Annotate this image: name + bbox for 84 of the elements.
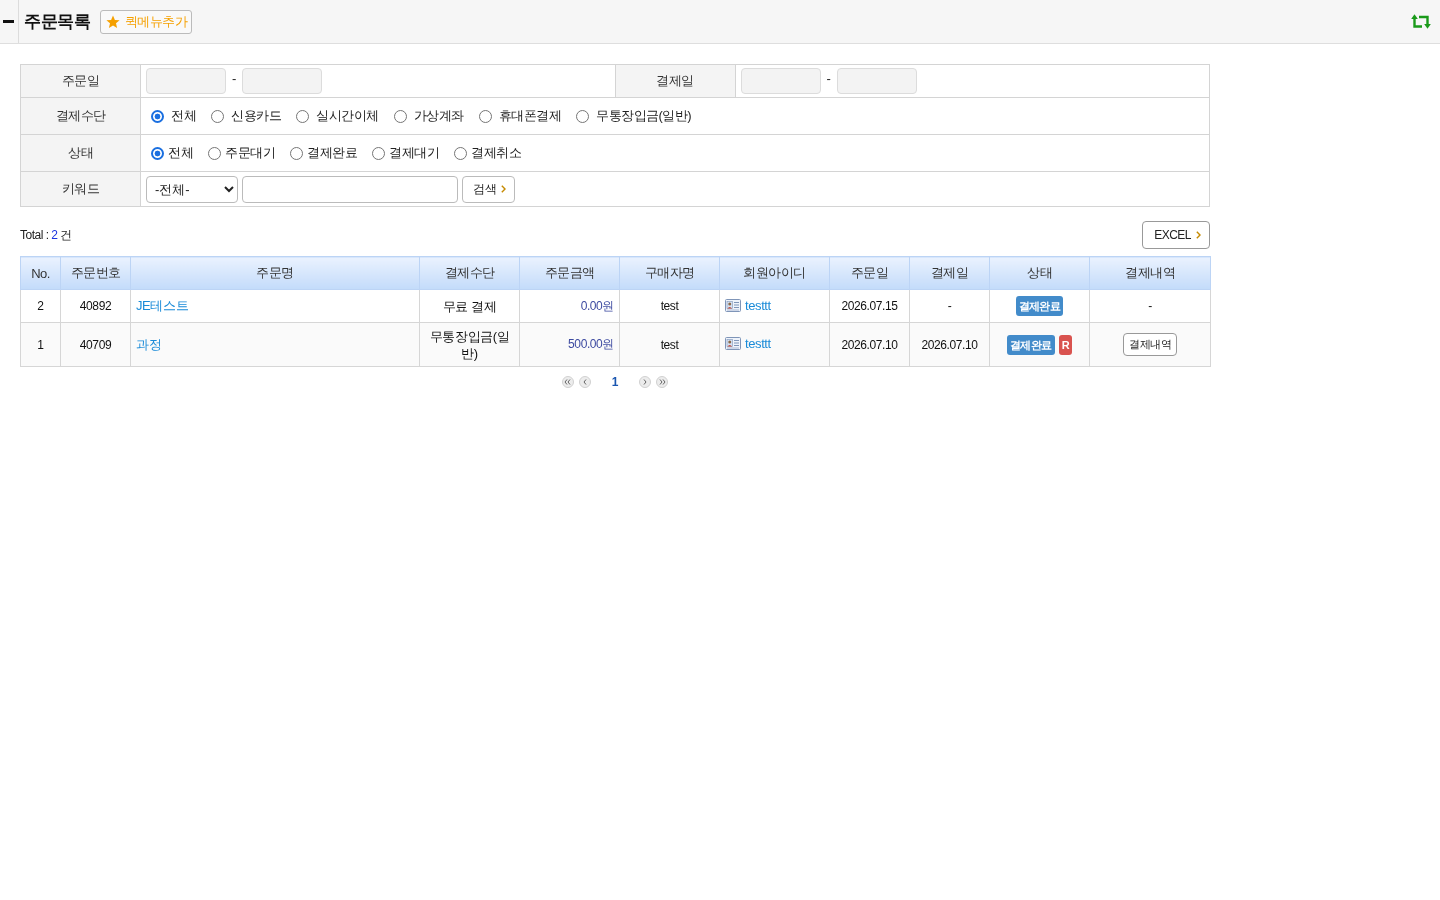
page-link[interactable]: 1	[608, 375, 622, 389]
date-input[interactable]	[242, 68, 323, 94]
separator-text: -	[232, 70, 237, 86]
keyword-select[interactable]: -전체-	[146, 175, 238, 203]
table-cell: 2026.07.10	[909, 322, 990, 367]
payment-details-button[interactable]: 결제내역	[1123, 333, 1177, 356]
id-card-icon	[725, 337, 741, 350]
column-header: 회원아이디	[719, 256, 830, 290]
radio-button[interactable]	[576, 109, 589, 123]
total-count-text: Total : 2 건	[20, 226, 72, 244]
table-cell: test	[619, 322, 720, 367]
table-cell: 40892	[60, 289, 131, 323]
column-header: 주문번호	[60, 256, 131, 290]
radio-label[interactable]: 휴대폰결제	[498, 107, 561, 125]
radio-label[interactable]: 실시간이체	[316, 107, 379, 125]
separator-text: -	[826, 70, 831, 86]
member-id-link[interactable]: testtt	[745, 297, 771, 313]
radio-label[interactable]: 신용카드	[231, 107, 281, 125]
column-header: 결제일	[909, 256, 990, 290]
table-cell: 500.00원	[519, 322, 620, 367]
radio-label[interactable]: 전체	[168, 144, 193, 162]
radio-button[interactable]	[296, 109, 309, 123]
column-header: 결제수단	[419, 256, 520, 290]
table-cell: 무료 결제	[419, 289, 520, 323]
radio-button[interactable]	[478, 109, 492, 123]
radio-label[interactable]: 주문대기	[225, 144, 275, 162]
status-badge: 결제완료	[1007, 334, 1055, 355]
star-icon	[106, 14, 120, 29]
order-name-link[interactable]: JE테스트	[136, 298, 189, 313]
field-label: 결제일	[615, 64, 735, 98]
chevron-right-icon	[1196, 231, 1201, 239]
column-header: 주문일	[829, 256, 910, 290]
field-label: 결제수단	[20, 97, 141, 135]
field-label: 주문일	[20, 64, 141, 98]
radio-label[interactable]: 가상계좌	[413, 107, 464, 125]
chevron-right-icon[interactable]	[639, 376, 652, 388]
radio-button[interactable]	[290, 146, 303, 160]
id-card-icon	[725, 298, 741, 312]
column-header: No.	[20, 256, 61, 290]
radio-label[interactable]: 결제취소	[471, 144, 521, 162]
column-header: 상태	[989, 256, 1090, 290]
radio-button[interactable]	[393, 109, 407, 123]
column-header: 구매자명	[619, 256, 720, 290]
table-cell: 1	[20, 322, 61, 367]
field-label: 키워드	[20, 171, 141, 207]
table-cell: test	[619, 289, 720, 323]
table-cell: 2026.07.10	[829, 322, 910, 367]
table-cell: -	[1089, 289, 1211, 323]
radio-label[interactable]: 무통장입금(일반)	[596, 107, 692, 125]
table-cell: 2	[20, 289, 61, 323]
repeat-icon[interactable]	[1411, 14, 1431, 29]
radio-label[interactable]: 결제대기	[389, 144, 439, 162]
column-header: 주문명	[130, 256, 420, 290]
date-input[interactable]	[146, 68, 226, 94]
date-input[interactable]	[836, 68, 917, 94]
chevron-right-icon	[501, 185, 506, 193]
radio-button[interactable]	[151, 109, 164, 123]
radio-label[interactable]: 전체	[171, 107, 196, 125]
field-label: 상태	[20, 134, 141, 172]
status-badge: R	[1058, 334, 1072, 355]
radio-button[interactable]	[454, 146, 467, 160]
radio-button[interactable]	[372, 146, 385, 160]
double-chevron-left-icon[interactable]	[561, 376, 574, 388]
page-title: 주문목록	[24, 11, 90, 33]
status-badge: 결제완료	[1015, 296, 1064, 316]
column-header: 주문금액	[519, 256, 620, 290]
date-input[interactable]	[740, 68, 821, 94]
double-chevron-right-icon[interactable]	[656, 376, 669, 388]
radio-label[interactable]: 결제완료	[307, 144, 357, 162]
radio-button[interactable]	[151, 146, 164, 160]
table-cell: -	[909, 289, 990, 323]
table-cell: 40709	[60, 322, 131, 367]
order-name-link[interactable]: 과정	[136, 336, 162, 352]
member-id-link[interactable]: testtt	[745, 336, 771, 351]
search-button[interactable]: 검색	[462, 175, 515, 203]
radio-button[interactable]	[211, 109, 224, 123]
radio-button[interactable]	[208, 146, 221, 160]
chevron-left-icon[interactable]	[578, 376, 591, 388]
table-cell: 2026.07.15	[829, 289, 910, 323]
keyword-input[interactable]	[242, 175, 458, 203]
excel-button[interactable]: EXCEL	[1142, 221, 1210, 249]
table-cell: 0.00원	[519, 289, 620, 323]
column-header: 결제내역	[1089, 256, 1211, 290]
table-cell: 무통장입금(일반)	[419, 322, 520, 367]
